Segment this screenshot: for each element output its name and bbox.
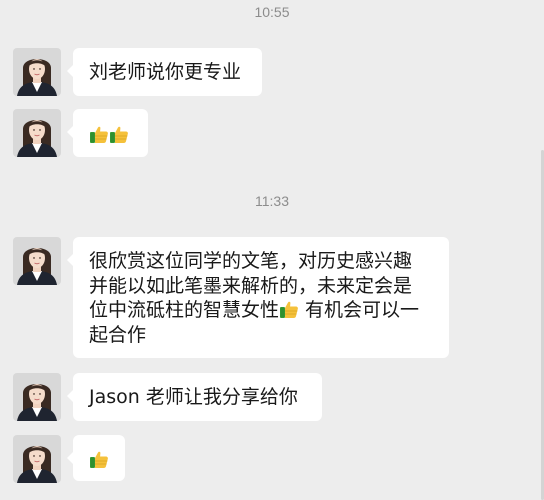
thumbs-up-icon bbox=[109, 124, 129, 144]
avatar-image bbox=[13, 373, 61, 421]
message-bubble[interactable]: 刘老师说你更专业 bbox=[67, 48, 262, 96]
avatar[interactable] bbox=[13, 109, 61, 157]
message-bubble[interactable] bbox=[67, 109, 148, 157]
avatar[interactable] bbox=[13, 435, 61, 483]
avatar-image bbox=[13, 48, 61, 96]
message-text: Jason 老师让我分享给你 bbox=[89, 386, 298, 408]
avatar[interactable] bbox=[13, 48, 61, 96]
message-bubble[interactable] bbox=[67, 435, 125, 481]
thumbs-up-icon bbox=[89, 124, 109, 144]
message-bubble[interactable]: 很欣赏这位同学的文笔，对历史感兴趣 并能以如此笔墨来解析的，未来定会是 位中流砥… bbox=[67, 237, 449, 358]
message-line: 起合作 bbox=[89, 323, 147, 346]
message-line: 位中流砥柱的智慧女性 有机会可以一 bbox=[89, 298, 435, 323]
avatar-image bbox=[13, 109, 61, 157]
thumbs-up-icon bbox=[279, 299, 299, 319]
message-line-part: 有机会可以一 bbox=[299, 299, 420, 321]
message-line-part: 位中流砥柱的智慧女性 bbox=[89, 299, 280, 321]
message-bubble[interactable]: Jason 老师让我分享给你 bbox=[67, 373, 322, 421]
message-text: 刘老师说你更专业 bbox=[89, 61, 242, 83]
timestamp: 11:33 bbox=[255, 193, 289, 209]
avatar[interactable] bbox=[13, 373, 61, 421]
avatar-image bbox=[13, 435, 61, 483]
thumbs-up-icon bbox=[89, 449, 109, 469]
message-line: 并能以如此笔墨来解析的，未来定会是 bbox=[89, 274, 413, 297]
timestamp: 10:55 bbox=[254, 4, 290, 20]
avatar[interactable] bbox=[13, 237, 61, 285]
message-line: 很欣赏这位同学的文笔，对历史感兴趣 bbox=[89, 250, 413, 272]
avatar-image bbox=[13, 237, 61, 285]
